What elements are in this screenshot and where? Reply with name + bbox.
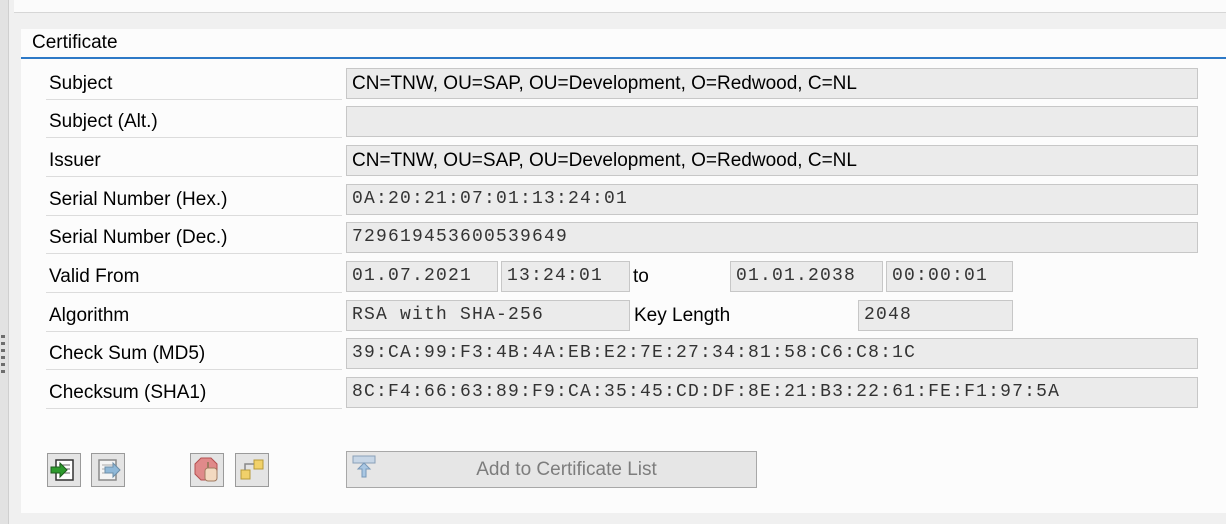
sha1-label: Checksum (SHA1) [46, 376, 342, 409]
export-button[interactable] [91, 453, 125, 487]
valid-from-date-field[interactable]: 01.07.2021 [346, 261, 498, 292]
subject-field[interactable]: CN=TNW, OU=SAP, OU=Development, O=Redwoo… [346, 68, 1198, 99]
row-valid-from: Valid From 01.07.2021 13:24:01 to 01.01.… [46, 260, 1198, 293]
key-length-label: Key Length [634, 305, 731, 326]
top-strip [14, 0, 1226, 13]
md5-field[interactable]: 39:CA:99:F3:4B:4A:EB:E2:7E:27:34:81:58:C… [346, 338, 1198, 369]
row-subject-alt: Subject (Alt.) [46, 105, 1198, 138]
row-serial-hex: Serial Number (Hex.) 0A:20:21:07:01:13:2… [46, 183, 1198, 216]
serial-hex-field[interactable]: 0A:20:21:07:01:13:24:01 [346, 184, 1198, 215]
issuer-label: Issuer [46, 144, 342, 177]
serial-dec-field[interactable]: 729619453600539649 [346, 222, 1198, 253]
to-label: to [633, 266, 649, 287]
splitter-bar[interactable] [0, 0, 9, 524]
sha1-field[interactable]: 8C:F4:66:63:89:F9:CA:35:45:CD:DF:8E:21:B… [346, 377, 1198, 408]
valid-to-date-field[interactable]: 01.01.2038 [730, 261, 883, 292]
hierarchy-icon [240, 459, 264, 480]
section-title-underline [21, 57, 1226, 59]
row-sha1: Checksum (SHA1) 8C:F4:66:63:89:F9:CA:35:… [46, 376, 1198, 409]
add-to-certificate-list-label: Add to Certificate List [476, 459, 657, 480]
md5-label: Check Sum (MD5) [46, 337, 342, 370]
key-length-field[interactable]: 2048 [858, 300, 1013, 331]
algorithm-field[interactable]: RSA with SHA-256 [346, 300, 630, 331]
algorithm-label: Algorithm [46, 299, 342, 332]
row-algorithm: Algorithm RSA with SHA-256 Key Length 20… [46, 299, 1198, 332]
section-title: Certificate [32, 32, 118, 53]
serial-hex-label: Serial Number (Hex.) [46, 183, 342, 216]
hierarchy-button[interactable] [235, 453, 269, 487]
valid-from-time-field[interactable]: 13:24:01 [501, 261, 630, 292]
export-certificate-icon [98, 459, 121, 481]
subject-label: Subject [46, 67, 342, 100]
certificate-panel: Certificate Subject CN=TNW, OU=SAP, OU=D… [21, 29, 1226, 513]
issuer-field[interactable]: CN=TNW, OU=SAP, OU=Development, O=Redwoo… [346, 145, 1198, 176]
row-serial-dec: Serial Number (Dec.) 729619453600539649 [46, 221, 1198, 254]
row-issuer: Issuer CN=TNW, OU=SAP, OU=Development, O… [46, 144, 1198, 177]
import-button[interactable] [47, 453, 81, 487]
stop-hand-icon [194, 457, 218, 482]
valid-to-time-field[interactable]: 00:00:01 [886, 261, 1013, 292]
row-subject: Subject CN=TNW, OU=SAP, OU=Development, … [46, 67, 1198, 100]
import-certificate-icon [50, 459, 74, 481]
row-md5: Check Sum (MD5) 39:CA:99:F3:4B:4A:EB:E2:… [46, 337, 1198, 370]
subject-alt-label: Subject (Alt.) [46, 105, 342, 138]
stop-button[interactable] [190, 453, 224, 487]
splitter-grip[interactable] [1, 335, 7, 387]
subject-alt-field[interactable] [346, 106, 1198, 137]
valid-from-label: Valid From [46, 260, 342, 293]
serial-dec-label: Serial Number (Dec.) [46, 221, 342, 254]
add-to-certificate-list-button[interactable]: Add to Certificate List [346, 451, 757, 488]
